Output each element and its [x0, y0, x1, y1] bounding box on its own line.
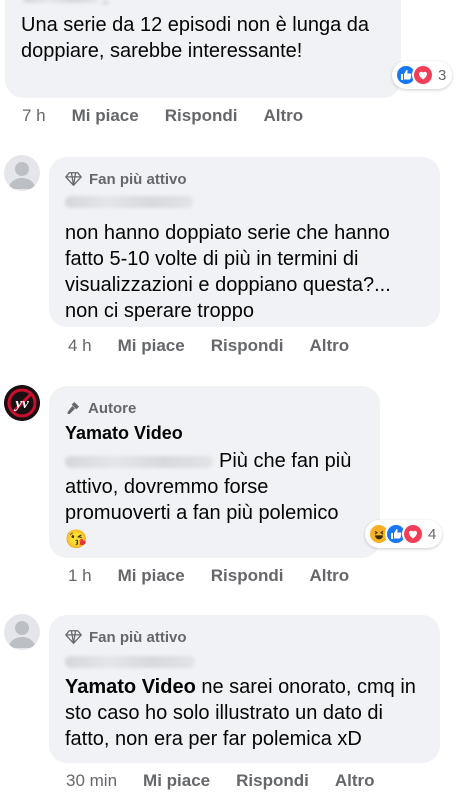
- diamond-icon: [65, 630, 82, 644]
- yamato-logo-icon: yv: [4, 385, 40, 421]
- comment-timestamp[interactable]: 30 min: [66, 771, 117, 791]
- redacted-mention: [65, 455, 213, 468]
- love-reaction-icon: [412, 64, 434, 86]
- reply-button[interactable]: Rispondi: [165, 106, 238, 126]
- fan-badge: Fan più attivo: [65, 168, 426, 190]
- more-button[interactable]: Altro: [309, 336, 349, 356]
- comment-bubble-1: Una serie da 12 episodi non è lunga da d…: [5, 0, 401, 98]
- comment-timestamp[interactable]: 7 h: [22, 106, 46, 126]
- redacted-author-name: [101, 0, 109, 5]
- comment-bubble-3: Autore Yamato Video Più che fan più atti…: [49, 386, 380, 558]
- reaction-count: 3: [438, 66, 447, 84]
- comment-text: Una serie da 12 episodi non è lunga da d…: [21, 14, 370, 62]
- mention-link[interactable]: Yamato Video: [65, 676, 196, 698]
- like-button[interactable]: Mi piace: [118, 336, 185, 356]
- yamato-avatar[interactable]: yv: [4, 385, 40, 421]
- comment-actions-4: 30 min Mi piace Rispondi Altro: [66, 771, 375, 791]
- comment-text: Yamato Video ne sarei onorato, cmq in st…: [65, 676, 416, 750]
- comment-bubble-2: Fan più attivo non hanno doppiato serie …: [49, 157, 440, 327]
- comment-bubble-4: Fan più attivo Yamato Video ne sarei ono…: [49, 615, 440, 763]
- more-button[interactable]: Altro: [263, 106, 303, 126]
- author-badge: Autore: [65, 397, 366, 419]
- like-button[interactable]: Mi piace: [72, 106, 139, 126]
- redacted-author-name: [65, 656, 195, 668]
- comment-text: Più che fan più attivo, dovremmo forse p…: [65, 448, 366, 552]
- love-reaction-icon: [402, 523, 424, 545]
- default-user-icon: [8, 621, 36, 648]
- comment-actions-1: 7 h Mi piace Rispondi Altro: [22, 106, 303, 126]
- reply-button[interactable]: Rispondi: [236, 771, 309, 791]
- reply-button[interactable]: Rispondi: [211, 566, 284, 586]
- microphone-icon: [67, 402, 79, 414]
- comment-actions-3: 1 h Mi piace Rispondi Altro: [68, 566, 349, 586]
- badge-label: Fan più attivo: [89, 170, 187, 188]
- more-button[interactable]: Altro: [335, 771, 375, 791]
- default-user-icon: [8, 162, 36, 189]
- like-button[interactable]: Mi piace: [143, 771, 210, 791]
- comment-timestamp[interactable]: 4 h: [68, 336, 92, 356]
- reaction-summary[interactable]: 4: [365, 520, 443, 548]
- like-button[interactable]: Mi piace: [118, 566, 185, 586]
- reply-button[interactable]: Rispondi: [211, 336, 284, 356]
- more-button[interactable]: Altro: [309, 566, 349, 586]
- avatar[interactable]: [4, 614, 40, 650]
- author-name[interactable]: Yamato Video: [65, 423, 366, 444]
- reaction-count: 4: [428, 525, 437, 543]
- badge-label: Autore: [88, 399, 137, 417]
- comment-actions-2: 4 h Mi piace Rispondi Altro: [68, 336, 349, 356]
- comment-timestamp[interactable]: 1 h: [68, 566, 92, 586]
- avatar[interactable]: [4, 155, 40, 191]
- reaction-summary[interactable]: 3: [392, 61, 453, 89]
- comment-text: non hanno doppiato serie che hanno fatto…: [65, 222, 391, 322]
- badge-label: Fan più attivo: [89, 628, 187, 646]
- fan-badge: Fan più attivo: [65, 626, 426, 648]
- kiss-emoji: 😘: [65, 529, 88, 549]
- svg-text:yv: yv: [13, 396, 29, 412]
- redacted-author-name: [65, 196, 193, 208]
- diamond-icon: [65, 172, 82, 186]
- redacted-author-name: [23, 0, 98, 3]
